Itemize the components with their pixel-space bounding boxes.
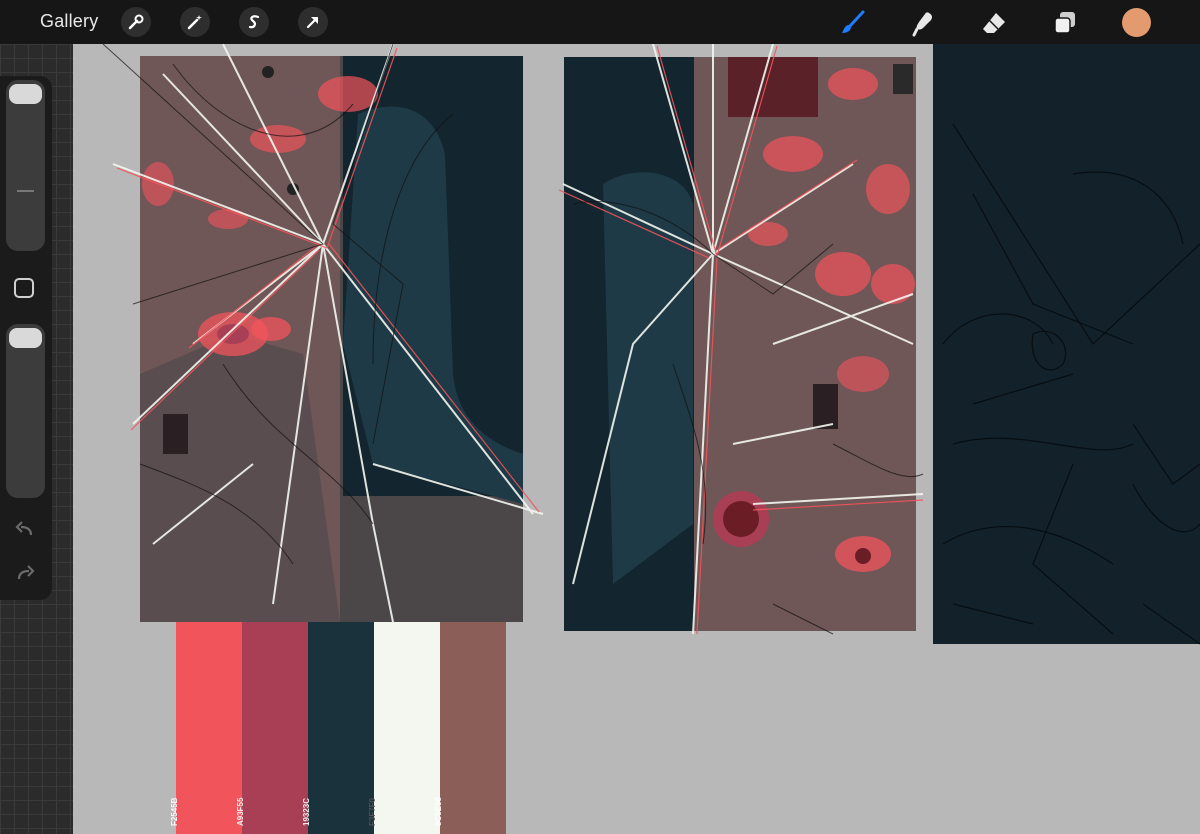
magic-wand-icon[interactable] [180,7,210,37]
opacity-thumb[interactable] [9,328,42,348]
selection-icon[interactable] [239,7,269,37]
swatch-hex-label: 8C5E58 [434,797,443,826]
brush-icon[interactable] [838,8,868,38]
eraser-icon[interactable] [979,8,1009,38]
cracked-glass-panel-1 [102,44,544,623]
redo-icon[interactable] [13,562,37,586]
layers-icon[interactable] [1050,8,1080,38]
current-color-swatch[interactable] [1122,8,1151,37]
square-modifier-icon[interactable] [14,278,34,298]
brush-size-thumb[interactable] [9,84,42,104]
wrench-icon[interactable] [121,7,151,37]
swatch-hex-label: F2545B [170,797,179,826]
opacity-slider[interactable] [6,324,45,498]
palette-swatch-2[interactable]: A93F55 [236,622,308,834]
transform-arrow-icon[interactable] [298,7,328,37]
cracked-glass-panel-2 [558,44,924,635]
smudge-icon[interactable] [908,8,938,38]
slider-midpoint [17,190,34,192]
palette-swatch-3[interactable]: 19323C [302,622,374,834]
top-toolbar: Gallery [0,0,1200,44]
dark-sketch-panel-3 [933,44,1200,645]
left-sidebar [0,76,52,600]
gallery-button[interactable]: Gallery [40,11,98,32]
brush-size-slider[interactable] [6,80,45,251]
undo-icon[interactable] [13,518,37,542]
swatch-hex-label: 19323C [302,797,311,826]
palette-swatch-5[interactable]: 8C5E58 [434,622,506,834]
swatch-hex-label: F3F7F0 [368,797,377,826]
palette-swatch-4[interactable]: F3F7F0 [368,622,440,834]
swatch-hex-label: A93F55 [236,797,245,826]
palette-swatch-1[interactable]: F2545B [170,622,242,834]
